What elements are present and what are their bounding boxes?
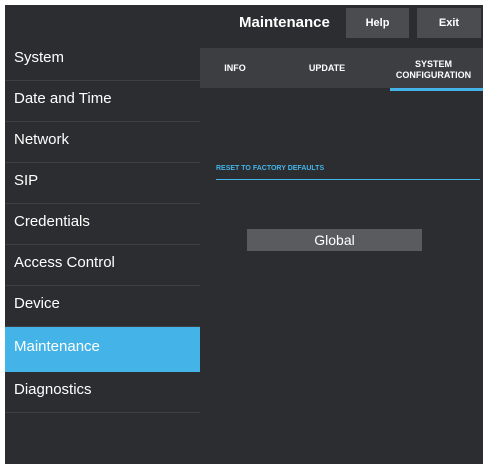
sidebar-item-maintenance[interactable]: Maintenance [5,327,200,372]
tab-system-configuration[interactable]: SYSTEM CONFIGURATION [386,52,481,88]
sidebar: System Date and Time Network SIP Credent… [5,40,200,464]
app-window: Maintenance Help Exit System Date and Ti… [5,5,483,464]
sidebar-item-date-and-time[interactable]: Date and Time [5,81,200,122]
global-reset-button[interactable]: Global [247,229,422,251]
tab-info[interactable]: INFO [200,48,270,88]
header-bar: Maintenance Help Exit [5,5,483,40]
section-heading: RESET TO FACTORY DEFAULTS [216,165,325,172]
help-button[interactable]: Help [346,8,409,38]
exit-button[interactable]: Exit [417,8,481,38]
tab-update[interactable]: UPDATE [282,48,372,88]
page-title: Maintenance [239,14,330,31]
sidebar-item-network[interactable]: Network [5,122,200,163]
sidebar-item-diagnostics[interactable]: Diagnostics [5,372,200,413]
sidebar-item-sip[interactable]: SIP [5,163,200,204]
content-panel: INFO UPDATE SYSTEM CONFIGURATION RESET T… [200,40,483,464]
active-tab-indicator [390,88,483,91]
sidebar-item-system[interactable]: System [5,40,200,81]
sidebar-item-access-control[interactable]: Access Control [5,245,200,286]
section-divider [216,179,480,180]
sidebar-item-credentials[interactable]: Credentials [5,204,200,245]
sidebar-item-device[interactable]: Device [5,286,200,327]
tab-bar: INFO UPDATE SYSTEM CONFIGURATION [200,48,483,91]
